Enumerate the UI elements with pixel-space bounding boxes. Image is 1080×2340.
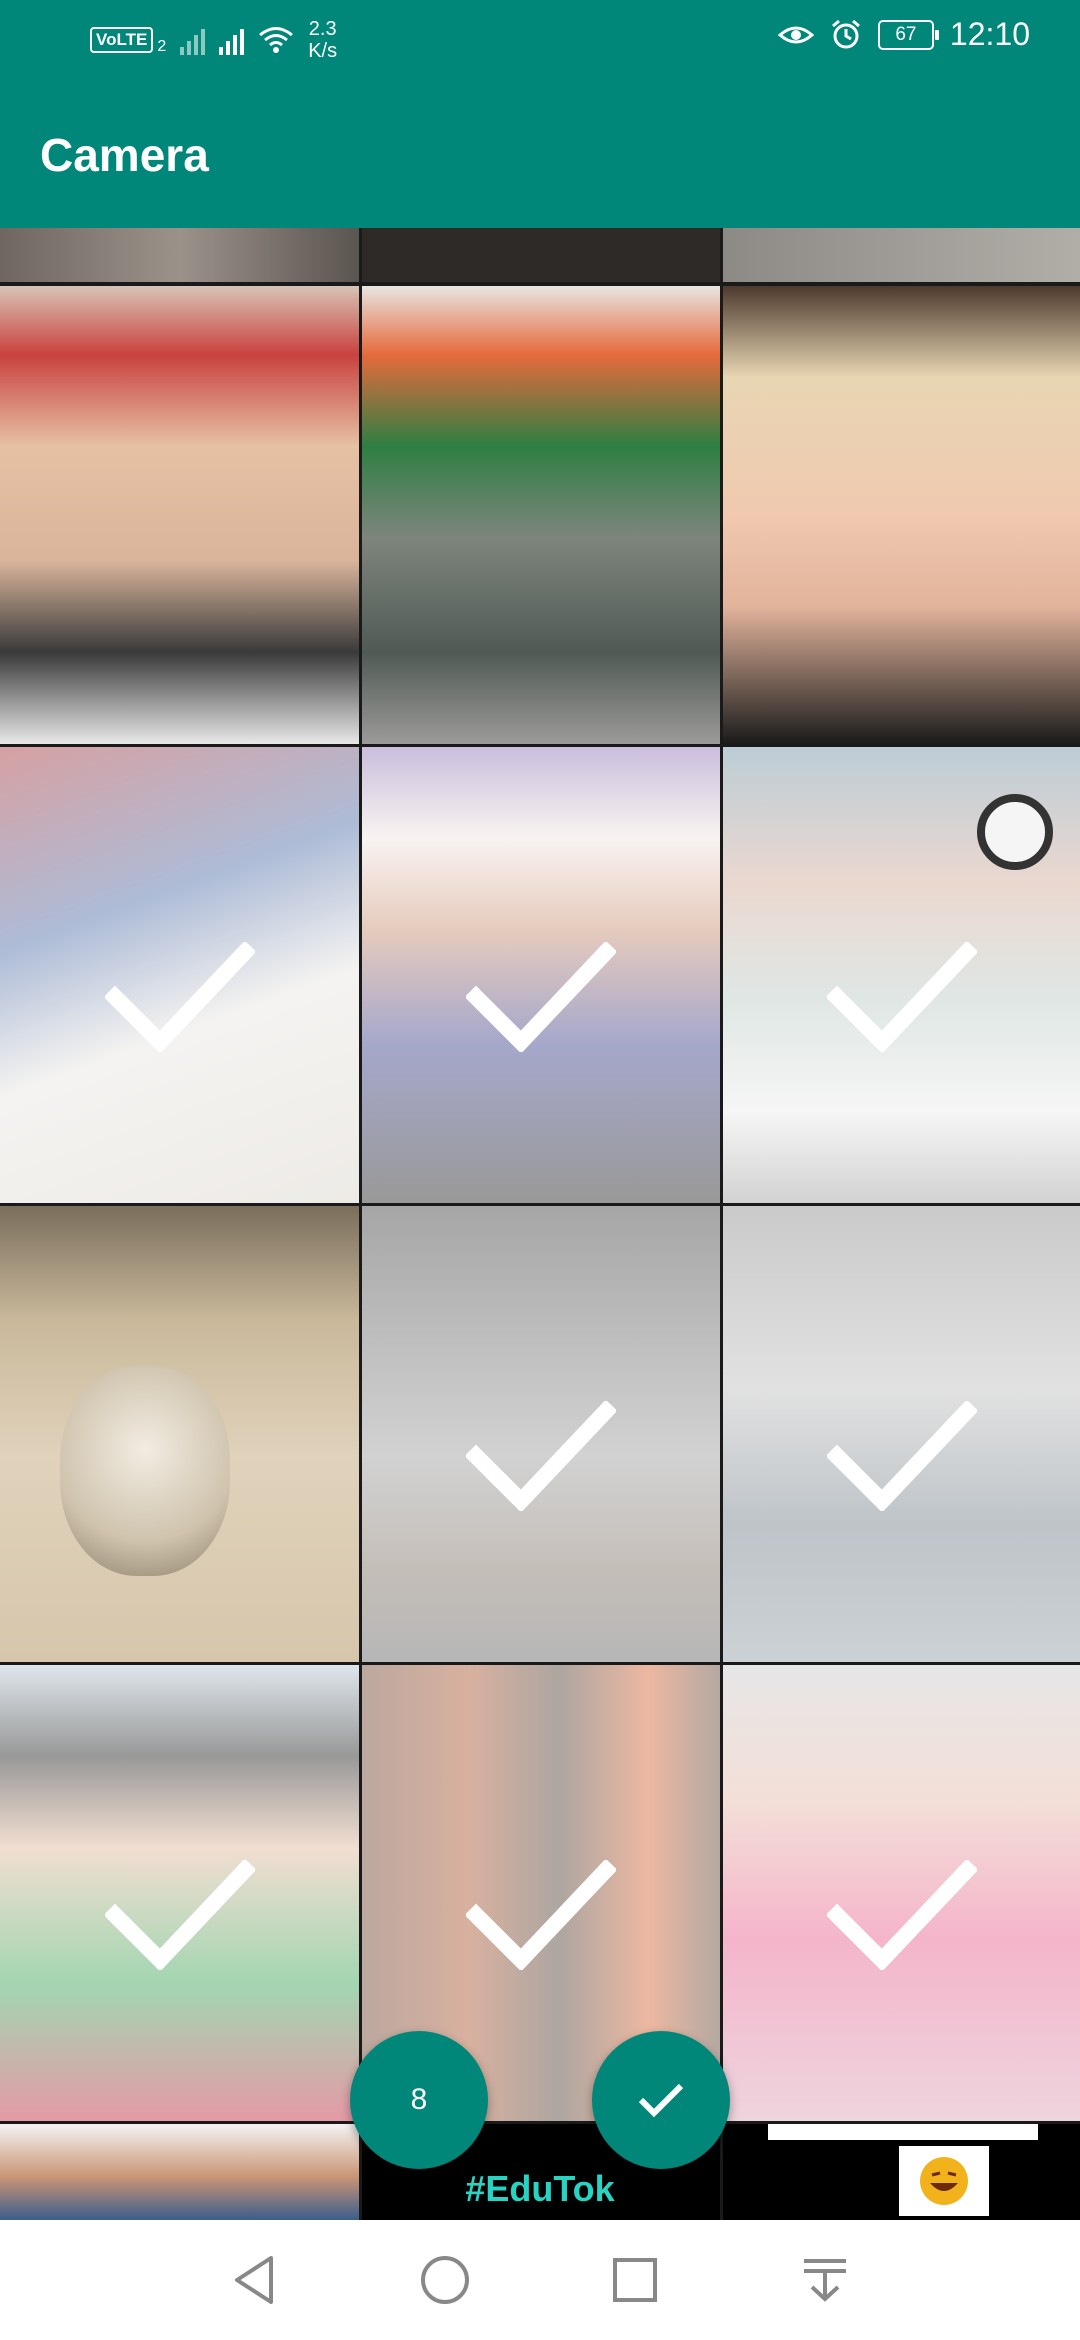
grid-thumbnail[interactable]: [723, 1206, 1080, 1662]
grid-thumbnail[interactable]: [0, 1206, 359, 1662]
dog-photo: [60, 1366, 230, 1576]
grid-thumbnail[interactable]: [0, 2124, 359, 2220]
speed-unit: K/s: [308, 40, 338, 62]
recents-button[interactable]: [595, 2240, 675, 2320]
grid-thumbnail[interactable]: [723, 228, 1080, 282]
confirm-selection-button[interactable]: [592, 2031, 730, 2169]
alarm-icon: [831, 19, 860, 48]
grid-thumbnail[interactable]: [0, 747, 359, 1203]
check-icon: [638, 2083, 684, 2118]
grid-thumbnail[interactable]: [362, 747, 720, 1203]
photo-grid[interactable]: [0, 228, 1080, 2220]
notification-pull-button[interactable]: [785, 2240, 865, 2320]
check-icon: [104, 942, 255, 1052]
wifi-icon: [259, 27, 294, 53]
network-speed: 2.3 K/s: [308, 18, 337, 62]
check-icon: [826, 1860, 977, 1970]
page-title: Camera: [40, 129, 209, 181]
app-bar: Camera: [0, 80, 1080, 228]
selected-count-button[interactable]: 8: [350, 2031, 488, 2169]
check-icon: [466, 942, 616, 1052]
laughing-emoji-icon: [920, 2157, 968, 2205]
signal-icon: [180, 25, 206, 55]
banner-text: #EduTok: [465, 2168, 615, 2209]
sim-index: 2: [157, 38, 167, 55]
check-icon: [466, 1401, 616, 1511]
grid-thumbnail[interactable]: [723, 1665, 1080, 2121]
speed-value: 2.3: [308, 18, 337, 40]
grid-thumbnail[interactable]: [723, 747, 1080, 1203]
signal-icon: [219, 25, 245, 55]
recents-icon: [613, 2258, 657, 2302]
grid-thumbnail[interactable]: [0, 286, 359, 744]
check-icon: [104, 1860, 255, 1970]
eye-icon: [777, 26, 814, 43]
check-icon: [826, 1401, 977, 1511]
emoji-sticker: [899, 2146, 989, 2216]
status-left: VoLTE 2 2.3 K/s: [90, 18, 337, 62]
selected-count: 8: [410, 2083, 428, 2116]
status-right: 67 12:10: [777, 16, 1030, 53]
search-lens-icon: [977, 794, 1053, 870]
notification-pull-icon: [804, 2259, 846, 2302]
grid-thumbnail[interactable]: [0, 228, 359, 282]
volte-badge: VoLTE: [90, 27, 154, 53]
grid-thumbnail[interactable]: [0, 1665, 359, 2121]
status-bar: VoLTE 2 2.3 K/s 67 12:10: [0, 0, 1080, 80]
back-icon: [235, 2256, 273, 2304]
grid-thumbnail[interactable]: [723, 2124, 1080, 2220]
check-icon: [466, 1860, 616, 1970]
grid-thumbnail[interactable]: [362, 1206, 720, 1662]
grid-thumbnail[interactable]: [362, 286, 720, 744]
battery-icon: 67: [877, 19, 939, 50]
grid-thumbnail[interactable]: [362, 228, 720, 282]
back-button[interactable]: [215, 2240, 295, 2320]
grid-thumbnail[interactable]: [723, 286, 1080, 744]
clock: 12:10: [949, 16, 1030, 52]
check-icon: [826, 942, 977, 1052]
home-button[interactable]: [405, 2240, 485, 2320]
home-icon: [421, 2256, 469, 2304]
navigation-bar: [0, 2220, 1080, 2340]
